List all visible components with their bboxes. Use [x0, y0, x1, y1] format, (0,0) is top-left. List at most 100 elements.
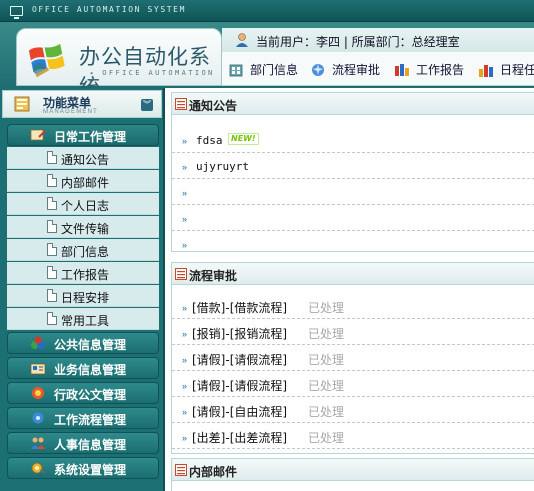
menu-group-business-info[interactable]: 业务信息管理	[7, 357, 159, 379]
menu-group-hr-info[interactable]: 人事信息管理	[7, 432, 159, 454]
daily-work-icon	[30, 129, 46, 141]
nav-workflow-approval[interactable]: 流程审批	[310, 61, 380, 78]
sidebar-item-label: 个人日志	[61, 199, 110, 213]
bullet-arrow-icon: »	[182, 355, 188, 365]
document-icon	[32, 387, 44, 399]
group-label: 人事信息管理	[54, 438, 127, 452]
sidebar-item-common-tools[interactable]: 常用工具	[7, 308, 159, 330]
sidebar-subtitle: MANAGEMENT	[43, 109, 99, 115]
main-content: 通知公告 » fdsa NEW! » ujyruyrt » » » 流程审批 »…	[167, 88, 534, 491]
approval-row[interactable]: » [报销]-[报销流程] 已处理	[172, 319, 534, 345]
approval-status: 已处理	[308, 431, 345, 445]
bullet-arrow-icon: »	[182, 407, 188, 417]
sidebar-header: 功能菜单 MANAGEMENT ︾	[2, 90, 162, 118]
approval-row[interactable]: » [请假]-[请假流程] 已处理	[172, 371, 534, 397]
sidebar-item-label: 日程安排	[61, 291, 110, 305]
user-icon	[236, 33, 248, 47]
group-label: 公共信息管理	[54, 338, 127, 352]
windows-flag-logo-icon	[28, 43, 65, 78]
sidebar-item-notices[interactable]: 通知公告	[7, 147, 159, 169]
document-icon	[47, 151, 57, 164]
notice-title[interactable]: fdsa	[196, 134, 223, 147]
workflow-icon	[312, 63, 324, 76]
new-badge: NEW!	[228, 133, 259, 145]
group-label: 行政公文管理	[54, 388, 127, 402]
group-label: 工作流程管理	[54, 413, 127, 427]
approval-title[interactable]: [请假]-[请假流程]	[192, 377, 287, 394]
bullet-arrow-icon: »	[182, 136, 188, 146]
document-icon	[47, 220, 57, 233]
approval-row[interactable]: » [出差]-[出差流程] 已处理	[172, 423, 534, 449]
sidebar-item-personal-log[interactable]: 个人日志	[7, 193, 159, 215]
collapse-chevron-icon[interactable]: ︾	[141, 99, 153, 111]
menu-group-workflow[interactable]: 工作流程管理	[7, 407, 159, 429]
notice-title[interactable]: ujyruyrt	[196, 160, 249, 173]
menu-group-daily-work[interactable]: 日常工作管理	[7, 124, 159, 146]
notice-row[interactable]: »	[172, 205, 534, 231]
approvals-panel-header: 流程审批	[172, 263, 534, 285]
sidebar-item-work-report[interactable]: 工作报告	[7, 262, 159, 284]
menu-book-icon	[14, 96, 30, 112]
notice-row[interactable]: » fdsa NEW!	[172, 127, 534, 153]
nav-label: 日程任	[500, 63, 534, 77]
top-nav: 部门信息 流程审批 工作报告 日程任	[222, 52, 534, 86]
nav-label: 工作报告	[416, 63, 465, 77]
approval-title[interactable]: [出差]-[出差流程]	[192, 429, 287, 446]
nav-schedule[interactable]: 日程任	[478, 61, 534, 78]
group-label: 日常工作管理	[54, 130, 127, 144]
logo: 办公自动化系统 ◂ OFFICE AUTOMATION ▸	[16, 28, 222, 99]
notice-row[interactable]: » ujyruyrt	[172, 153, 534, 179]
approval-title[interactable]: [请假]-[自由流程]	[192, 403, 287, 420]
bullet-arrow-icon: »	[182, 329, 188, 339]
list-icon	[175, 268, 187, 280]
notice-row[interactable]: »	[172, 179, 534, 205]
approvals-panel: 流程审批 » [借款]-[借款流程] 已处理 » [报销]-[报销流程] 已处理…	[171, 262, 534, 454]
document-icon	[47, 289, 57, 302]
system-title-bar: OFFICE AUTOMATION SYSTEM	[0, 0, 534, 22]
workflow-gear-icon	[32, 412, 44, 424]
sidebar-item-internal-mail[interactable]: 内部邮件	[7, 170, 159, 192]
report-icon	[395, 63, 409, 76]
approval-title[interactable]: [报销]-[报销流程]	[192, 325, 287, 342]
bullet-arrow-icon: »	[182, 162, 188, 172]
sidebar-item-label: 部门信息	[61, 245, 110, 259]
approval-title[interactable]: [借款]-[借款流程]	[192, 299, 287, 316]
current-user-info: 当前用户：李四 | 所属部门：总经理室	[256, 35, 460, 49]
sidebar-item-schedule[interactable]: 日程安排	[7, 285, 159, 307]
document-icon	[47, 197, 57, 210]
nav-label: 流程审批	[332, 63, 381, 77]
nav-department-info[interactable]: 部门信息	[228, 61, 298, 78]
public-info-icon	[31, 336, 45, 349]
bullet-arrow-icon: »	[182, 303, 188, 313]
app-subtitle: ◂ OFFICE AUTOMATION ▸	[89, 69, 215, 85]
menu-group-administrative-docs[interactable]: 行政公文管理	[7, 382, 159, 404]
mail-panel-header: 内部邮件	[172, 459, 534, 481]
bullet-arrow-icon: »	[182, 240, 188, 250]
menu-group-public-info[interactable]: 公共信息管理	[7, 332, 159, 354]
settings-icon	[31, 462, 45, 474]
sidebar-item-label: 内部邮件	[61, 176, 110, 190]
sidebar-item-file-transfer[interactable]: 文件传输	[7, 216, 159, 238]
approvals-panel-title: 流程审批	[189, 269, 238, 283]
sidebar-item-department-info[interactable]: 部门信息	[7, 239, 159, 261]
approval-title[interactable]: [请假]-[请假流程]	[192, 351, 287, 368]
list-icon	[175, 464, 187, 476]
list-icon	[175, 98, 187, 110]
notices-panel-title: 通知公告	[189, 99, 238, 113]
sidebar-item-label: 文件传输	[61, 222, 110, 236]
approval-row[interactable]: » [请假]-[请假流程] 已处理	[172, 345, 534, 371]
group-label: 系统设置管理	[54, 463, 127, 477]
approval-row[interactable]: » [请假]-[自由流程] 已处理	[172, 397, 534, 423]
menu-group-system-settings[interactable]: 系统设置管理	[7, 457, 159, 479]
bullet-arrow-icon: »	[182, 188, 188, 198]
bullet-arrow-icon: »	[182, 433, 188, 443]
user-info-bar: 当前用户：李四 | 所属部门：总经理室	[222, 28, 534, 52]
document-icon	[47, 312, 57, 325]
system-name: OFFICE AUTOMATION SYSTEM	[32, 5, 186, 14]
approval-status: 已处理	[308, 301, 345, 315]
notice-row[interactable]: »	[172, 231, 534, 257]
approval-row[interactable]: » [借款]-[借款流程] 已处理	[172, 293, 534, 319]
nav-work-report[interactable]: 工作报告	[394, 61, 464, 78]
approval-status: 已处理	[308, 405, 345, 419]
document-icon	[47, 174, 57, 187]
